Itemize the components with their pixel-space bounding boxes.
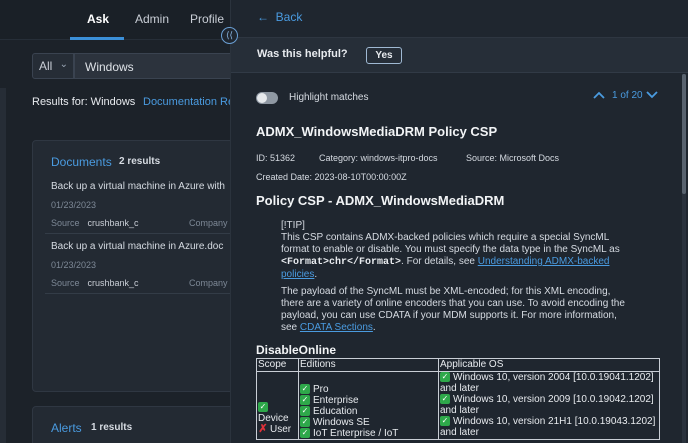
list-item[interactable]: Back up a virtual machine in Azure.doc 0… bbox=[51, 241, 232, 288]
next-match-button[interactable] bbox=[645, 88, 659, 102]
document-source: Source crushbank_c Company bbox=[51, 278, 232, 288]
documents-count: 2 results bbox=[119, 156, 161, 167]
check-icon: ✓ bbox=[300, 428, 310, 439]
source-value: crushbank_c bbox=[87, 278, 139, 288]
double-chevron-left-icon: ⟨⟨ bbox=[225, 30, 234, 40]
table-header-row: Scope Editions Applicable OS bbox=[256, 358, 660, 372]
scrollbar-thumb[interactable] bbox=[682, 74, 686, 194]
feedback-question: Was this helpful? bbox=[257, 48, 348, 60]
document-title[interactable]: Back up a virtual machine in Azure.doc bbox=[51, 241, 232, 252]
format-code: <Format>chr</Format> bbox=[281, 257, 402, 268]
divider bbox=[45, 233, 232, 234]
scope-filter-value: All bbox=[39, 59, 53, 73]
os-version: Windows 10, version 21H1 [10.0.19043.120… bbox=[440, 416, 656, 438]
search-app: Ask Admin Profile All ⌄ Windows Results … bbox=[0, 0, 232, 443]
tip-paragraph: [!TIP] This CSP contains ADMX-backed pol… bbox=[281, 220, 631, 281]
check-icon: ✓ bbox=[258, 402, 268, 413]
document-detail-drawer: ← Back Was this helpful? Yes Highlight m… bbox=[230, 0, 688, 443]
os-version: Windows 10, version 2009 [10.0.19042.120… bbox=[440, 394, 654, 416]
side-rail bbox=[0, 88, 6, 443]
tip-marker: [!TIP] bbox=[281, 220, 305, 231]
highlight-toggle[interactable] bbox=[256, 92, 278, 104]
drawer-scrollbar[interactable] bbox=[682, 74, 686, 443]
edition-enterprise: Enterprise bbox=[313, 395, 359, 406]
os-version: Windows 10, version 2004 [10.0.19041.120… bbox=[440, 372, 654, 394]
collapse-drawer-button[interactable]: ⟨⟨ bbox=[221, 27, 238, 44]
search-input[interactable]: Windows bbox=[74, 53, 232, 79]
document-title[interactable]: Back up a virtual machine in Azure with bbox=[51, 181, 232, 192]
document-date: 01/23/2023 bbox=[51, 260, 97, 270]
intro-text: This CSP contains ADMX-backed policies w… bbox=[281, 232, 620, 255]
table-row: ✓ Device ✗ User ✓ Pro ✓ Enterprise ✓ Educati… bbox=[256, 371, 660, 440]
edition-iot-enterprise: IoT Enterprise / IoT bbox=[313, 428, 399, 439]
applicability-table: Scope Editions Applicable OS ✓ Device ✗ U… bbox=[256, 358, 660, 440]
document-id: ID: 51362 bbox=[256, 153, 296, 163]
check-icon: ✓ bbox=[440, 416, 450, 427]
drawer-header: ← Back bbox=[231, 0, 688, 38]
document-title: ADMX_WindowsMediaDRM Policy CSP bbox=[256, 124, 498, 139]
document-date: 01/23/2023 bbox=[51, 200, 97, 210]
cross-icon: ✗ bbox=[258, 423, 268, 436]
alerts-panel: Alerts 1 results bbox=[32, 406, 232, 443]
tab-profile[interactable]: Profile bbox=[190, 12, 224, 26]
scope-device: Device bbox=[258, 413, 289, 424]
column-header: Scope bbox=[256, 358, 299, 372]
editions-cell: ✓ Pro ✓ Enterprise ✓ Education ✓ Windows SE … bbox=[298, 371, 439, 440]
toggle-knob bbox=[257, 93, 267, 103]
check-icon: ✓ bbox=[300, 384, 310, 395]
section-heading: DisableOnline bbox=[256, 343, 337, 357]
check-icon: ✓ bbox=[300, 406, 310, 417]
scope-user: User bbox=[270, 424, 292, 435]
feedback-bar: Was this helpful? Yes bbox=[231, 38, 688, 73]
document-category: Category: windows-itpro-docs bbox=[319, 153, 438, 163]
encoding-paragraph: The payload of the SyncML must be XML-en… bbox=[281, 286, 631, 334]
company-label: Company bbox=[189, 278, 228, 288]
alerts-panel-title[interactable]: Alerts bbox=[51, 421, 82, 435]
tab-admin[interactable]: Admin bbox=[135, 12, 169, 26]
csp-title: Policy CSP - ADMX_WindowsMediaDRM bbox=[256, 193, 505, 208]
check-icon: ✓ bbox=[300, 417, 310, 428]
chevron-down-icon: ⌄ bbox=[59, 59, 68, 70]
source-value: crushbank_c bbox=[87, 218, 139, 228]
document-source: Source crushbank_c Company bbox=[51, 218, 232, 228]
company-label: Company bbox=[189, 218, 228, 228]
tab-ask[interactable]: Ask bbox=[87, 12, 109, 26]
back-label: Back bbox=[275, 10, 303, 24]
top-navigation: Ask Admin Profile bbox=[0, 0, 232, 40]
document-source: Source: Microsoft Docs bbox=[466, 153, 560, 163]
results-heading: Results for: Windows bbox=[32, 96, 136, 108]
column-header: Applicable OS bbox=[438, 358, 660, 372]
back-button[interactable]: ← Back bbox=[257, 10, 302, 24]
edition-pro: Pro bbox=[313, 384, 329, 395]
created-date: Created Date: 2023-08-10T00:00:00Z bbox=[256, 172, 407, 182]
scope-cell: ✓ Device ✗ User bbox=[256, 371, 299, 440]
cdata-sections-link[interactable]: CDATA Sections bbox=[300, 322, 373, 333]
divider bbox=[45, 293, 232, 294]
column-header: Editions bbox=[298, 358, 439, 372]
previous-match-button[interactable] bbox=[592, 88, 606, 102]
highlight-label: Highlight matches bbox=[289, 92, 369, 103]
source-label: Source bbox=[51, 218, 80, 228]
documents-panel: Documents 2 results Back up a virtual ma… bbox=[32, 140, 232, 392]
match-counter: 1 of 20 bbox=[612, 90, 643, 101]
source-label: Source bbox=[51, 278, 80, 288]
active-tab-indicator bbox=[70, 37, 124, 40]
check-icon: ✓ bbox=[300, 395, 310, 406]
alerts-count: 1 results bbox=[91, 422, 133, 433]
list-item[interactable]: Back up a virtual machine in Azure with … bbox=[51, 181, 232, 228]
check-icon: ✓ bbox=[440, 394, 450, 405]
applicable-os-cell: ✓ Windows 10, version 2004 [10.0.19041.12… bbox=[438, 371, 660, 440]
yes-button[interactable]: Yes bbox=[366, 47, 402, 64]
arrow-left-icon: ← bbox=[257, 10, 269, 24]
documents-panel-title[interactable]: Documents bbox=[51, 155, 112, 169]
check-icon: ✓ bbox=[440, 372, 450, 383]
encoding-text-2: . bbox=[372, 322, 376, 333]
intro-text-3: . bbox=[314, 269, 318, 280]
intro-paragraph: This CSP contains ADMX-backed policies w… bbox=[281, 232, 631, 281]
documentation-results-link[interactable]: Documentation Re bbox=[143, 96, 232, 108]
edition-education: Education bbox=[313, 406, 358, 417]
scope-filter-select[interactable]: All ⌄ bbox=[32, 53, 74, 79]
edition-windows-se: Windows SE bbox=[313, 417, 370, 428]
intro-text-2: . For details, see bbox=[401, 256, 478, 267]
